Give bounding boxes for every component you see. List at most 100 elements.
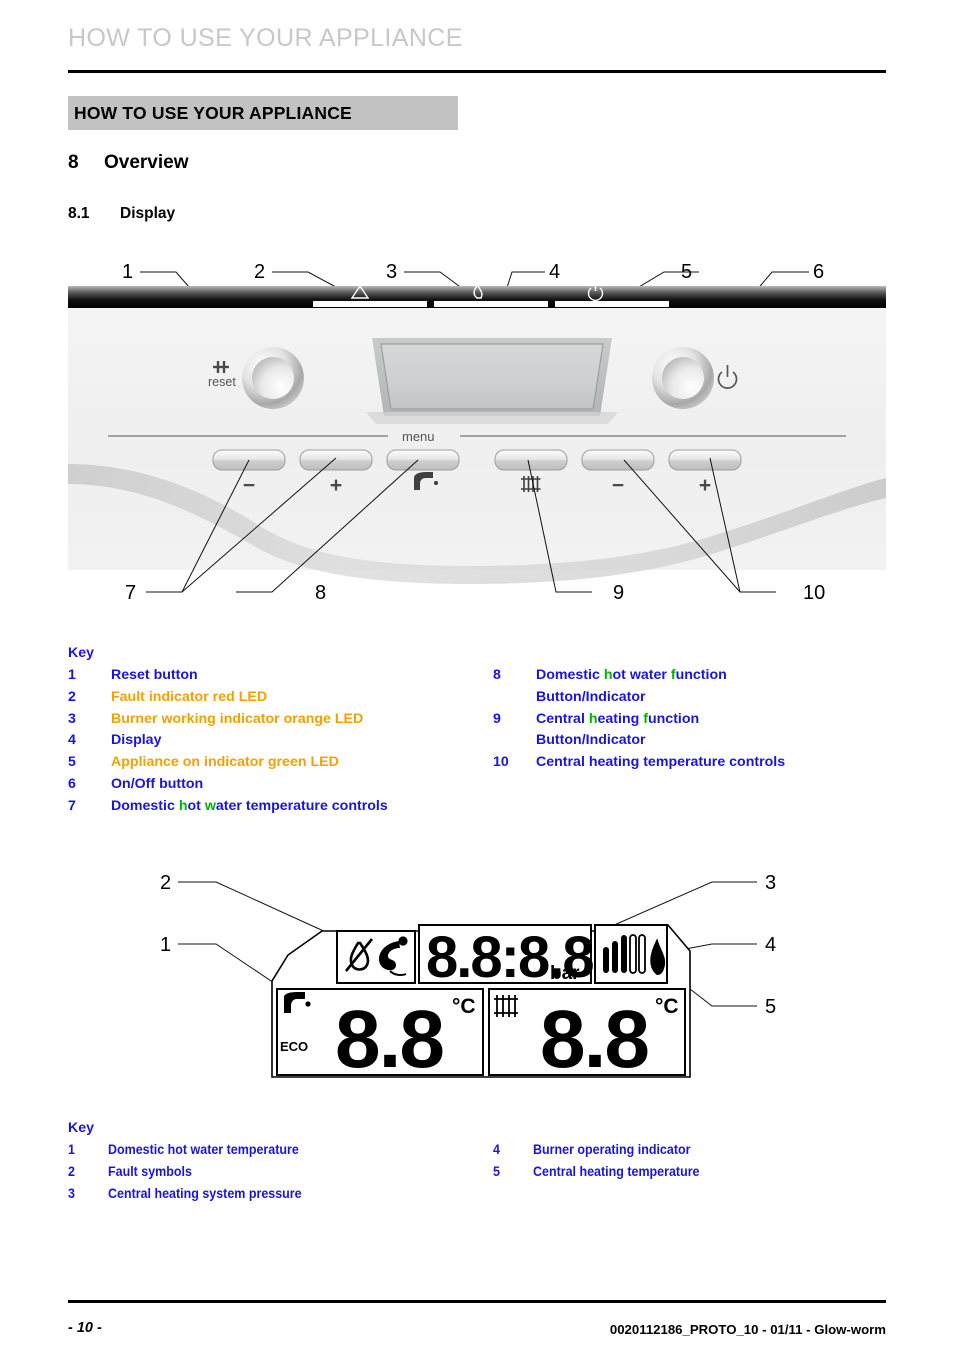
plus-glyph-dhw: + [330, 474, 342, 497]
key-item-label: Fault indicator red LED [111, 689, 267, 705]
ch-plus-button[interactable] [668, 449, 742, 471]
page-number: - 10 - [68, 1320, 102, 1336]
key-label-segment: Appliance on indicator green LED [111, 754, 339, 771]
subsection-number: 8.1 [68, 205, 90, 222]
callout-1: 1 [122, 261, 133, 283]
key-item-label: Domestic hot water function [536, 667, 727, 683]
key-item-number: 3 [68, 710, 76, 727]
key-label-segment: Burner working indicator orange LED [111, 710, 364, 727]
control-panel-figure: 1 2 3 4 5 6 reset menu − + − + 7 8 9 10 [0, 250, 954, 610]
lcd-callout-2: 2 [160, 872, 171, 894]
key-item-label: Domestic hot water temperature controls [111, 798, 388, 814]
lcd-callout-5: 5 [765, 996, 776, 1018]
key-label-segment: Display [111, 732, 162, 749]
key-item-number: 3 [68, 1185, 75, 1202]
key-item-number: 10 [493, 754, 509, 771]
led-strip-burner [434, 301, 548, 307]
dhw-plus-button[interactable] [299, 449, 373, 471]
key-item-label: Central heating temperature [533, 1163, 700, 1180]
key-label-segment: Domestic [536, 667, 604, 683]
panel-display [366, 338, 618, 424]
key-item-number: 4 [493, 1142, 500, 1158]
key-item-number: 9 [493, 710, 501, 727]
key-item-number: 6 [68, 776, 76, 792]
menu-label: menu [402, 429, 435, 444]
lcd-callout-1: 1 [160, 934, 171, 956]
key-item-number: 7 [68, 797, 76, 814]
key-item-label: Burner operating indicator [533, 1142, 691, 1158]
manual-page: HOW TO USE YOUR APPLIANCE HOW TO USE YOU… [0, 0, 954, 1354]
key-item-label: Central heating function [536, 711, 699, 727]
key-label-segment: Fault indicator red LED [111, 688, 268, 705]
key-label-segment: unction [647, 710, 700, 727]
key-item-label: Fault symbols [108, 1163, 192, 1180]
key-item-number: 4 [68, 732, 76, 749]
eco-label: ECO [280, 1039, 308, 1054]
callout-3: 3 [386, 261, 397, 283]
callout-10: 10 [803, 582, 825, 604]
key-item-number: 2 [68, 688, 76, 705]
key-item-number: 2 [68, 1163, 75, 1180]
key-label-segment: ater temperature controls [215, 797, 388, 814]
key-item-label: Button/Indicator [536, 689, 646, 705]
led-strips [313, 301, 669, 307]
key-label-segment: Reset button [111, 667, 198, 683]
lcd-callout-4: 4 [765, 934, 776, 956]
plus-glyph-ch: + [699, 474, 711, 497]
key-item-number: 1 [68, 667, 76, 683]
key-item-label: Display [111, 732, 161, 748]
callout-7: 7 [125, 582, 136, 604]
key-label-segment: h [588, 710, 598, 727]
pressure-unit: bar [550, 963, 580, 984]
key-label-segment: ot [187, 797, 205, 814]
key-label-segment: On/Off button [111, 776, 204, 792]
header-divider [68, 70, 886, 73]
key-label-segment: Button/Indicator [536, 732, 646, 749]
lcd-display-figure: 2 1 3 4 5 8.8:8.8 bar ECO 8.8 °C 8.8 °C [0, 855, 954, 1105]
lcd-body: 8.8:8.8 bar ECO 8.8 °C 8.8 °C [271, 924, 691, 1085]
key-item-number: 5 [493, 1163, 500, 1180]
led-strip-fault [313, 301, 427, 307]
key-label-segment: w [204, 797, 216, 814]
key-item-number: 8 [493, 667, 501, 683]
lcd-callout-3: 3 [765, 872, 776, 894]
section-title: Overview [104, 152, 189, 173]
dhw-value: 8.8 [335, 994, 443, 1085]
reset-label: reset [208, 375, 236, 389]
key-item-number: 5 [68, 754, 76, 771]
key-item-label: Reset button [111, 667, 198, 683]
minus-glyph-ch: − [612, 474, 624, 497]
ch-value: 8.8 [540, 994, 648, 1085]
callout-2: 2 [254, 261, 265, 283]
on-off-button[interactable] [652, 347, 714, 409]
key-label-segment: Domestic [111, 797, 179, 814]
key-item-number: 1 [68, 1142, 75, 1158]
key-label-segment: ot water [612, 667, 671, 683]
key-title: Key [68, 645, 95, 661]
key-label-segment: Button/Indicator [536, 688, 646, 705]
chapter-title-bar: HOW TO USE YOUR APPLIANCE [68, 96, 458, 130]
dhw-function-button[interactable] [386, 449, 460, 471]
control-panel-body: reset menu − + − + [68, 283, 886, 584]
subsection-title: Display [120, 205, 176, 222]
running-header: HOW TO USE YOUR APPLIANCE [68, 24, 463, 52]
key-label-segment: unction [675, 667, 727, 683]
key-item-label: Domestic hot water temperature [108, 1142, 299, 1158]
footer-divider [68, 1300, 886, 1303]
document-reference: 0020112186_PROTO_10 - 01/11 - Glow-worm [609, 1322, 886, 1337]
callout-6: 6 [813, 261, 824, 283]
key-item-label: Central heating temperature controls [536, 754, 785, 770]
callout-8: 8 [315, 582, 326, 604]
key-label-segment: Central [536, 710, 589, 727]
ch-function-button[interactable] [494, 449, 568, 471]
ch-minus-button[interactable] [581, 449, 655, 471]
key-label-segment: Central heating temperature controls [536, 754, 786, 771]
key-item-label: Central heating system pressure [108, 1185, 302, 1202]
callout-numbers-top: 1 2 3 4 5 6 [122, 261, 824, 283]
key-item-label: Burner working indicator orange LED [111, 711, 363, 727]
section-number: 8 [68, 152, 79, 173]
key-item-label: On/Off button [111, 776, 203, 792]
ch-unit: °C [655, 995, 679, 1018]
callout-4: 4 [549, 261, 560, 283]
reset-button[interactable] [242, 347, 304, 409]
